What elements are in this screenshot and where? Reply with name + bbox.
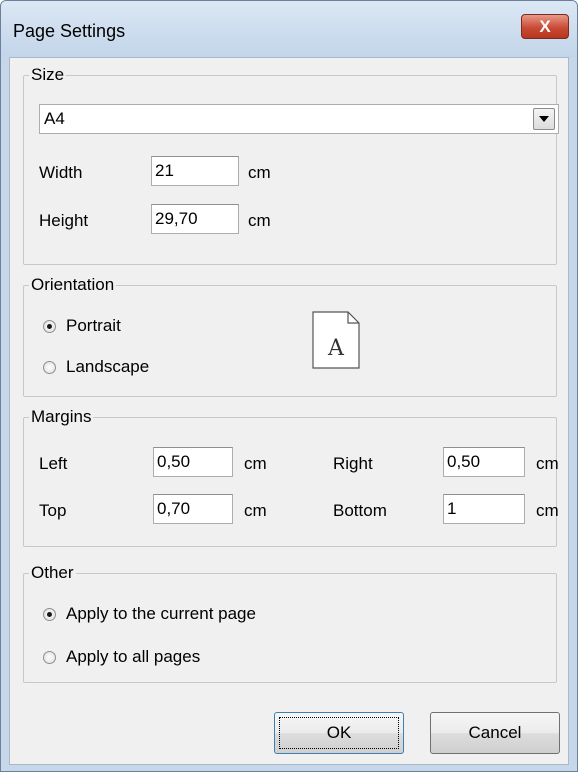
margin-bottom-unit: cm	[536, 501, 559, 520]
page-orientation-glyph: A	[327, 336, 345, 361]
radio-unselected-icon	[43, 650, 56, 664]
margin-top-field[interactable]	[153, 494, 233, 524]
margin-top-label: Top	[39, 501, 67, 520]
radio-unselected-icon	[43, 360, 56, 374]
ok-button[interactable]: OK	[274, 712, 404, 754]
page-settings-window: Page Settings X Size A4 Width cm Height …	[0, 0, 578, 772]
width-field[interactable]	[151, 156, 239, 186]
radio-selected-icon	[43, 607, 56, 621]
width-label: Width	[39, 163, 83, 182]
width-unit: cm	[248, 163, 271, 182]
chevron-down-icon[interactable]	[533, 108, 555, 130]
page-orientation-icon: A	[312, 311, 360, 369]
paper-size-value: A4	[44, 109, 65, 128]
cancel-button[interactable]: Cancel	[430, 712, 560, 754]
window-title: Page Settings	[13, 21, 126, 41]
height-unit: cm	[248, 211, 271, 230]
height-field[interactable]	[151, 204, 239, 234]
margin-left-unit: cm	[244, 454, 267, 473]
close-icon: X	[539, 16, 551, 36]
margin-bottom-label: Bottom	[333, 501, 387, 520]
title-bar[interactable]: Page Settings X	[1, 1, 577, 57]
margins-group: Margins	[23, 407, 557, 547]
margin-left-label: Left	[39, 454, 68, 473]
margin-right-label: Right	[333, 454, 373, 473]
margins-legend: Margins	[29, 407, 94, 427]
margin-bottom-field[interactable]	[443, 494, 525, 524]
margin-top-unit: cm	[244, 501, 267, 520]
orientation-group: Orientation	[23, 275, 557, 397]
landscape-label: Landscape	[66, 357, 150, 376]
orientation-legend: Orientation	[29, 275, 117, 295]
close-button[interactable]: X	[521, 14, 569, 39]
apply-all-pages-radio[interactable]: Apply to all pages	[43, 647, 200, 667]
margin-right-field[interactable]	[443, 447, 525, 477]
portrait-radio[interactable]: Portrait	[43, 316, 121, 336]
other-legend: Other	[29, 563, 76, 583]
focus-rectangle	[279, 717, 399, 749]
paper-size-select[interactable]: A4	[39, 104, 559, 134]
radio-selected-icon	[43, 319, 56, 333]
portrait-label: Portrait	[66, 316, 121, 335]
height-label: Height	[39, 211, 89, 230]
apply-current-page-label: Apply to the current page	[66, 604, 256, 623]
landscape-radio[interactable]: Landscape	[43, 357, 149, 377]
margin-left-field[interactable]	[153, 447, 233, 477]
apply-all-pages-label: Apply to all pages	[66, 647, 201, 666]
cancel-label: Cancel	[468, 723, 522, 742]
size-legend: Size	[29, 65, 67, 85]
apply-current-page-radio[interactable]: Apply to the current page	[43, 604, 256, 624]
margin-right-unit: cm	[536, 454, 559, 473]
